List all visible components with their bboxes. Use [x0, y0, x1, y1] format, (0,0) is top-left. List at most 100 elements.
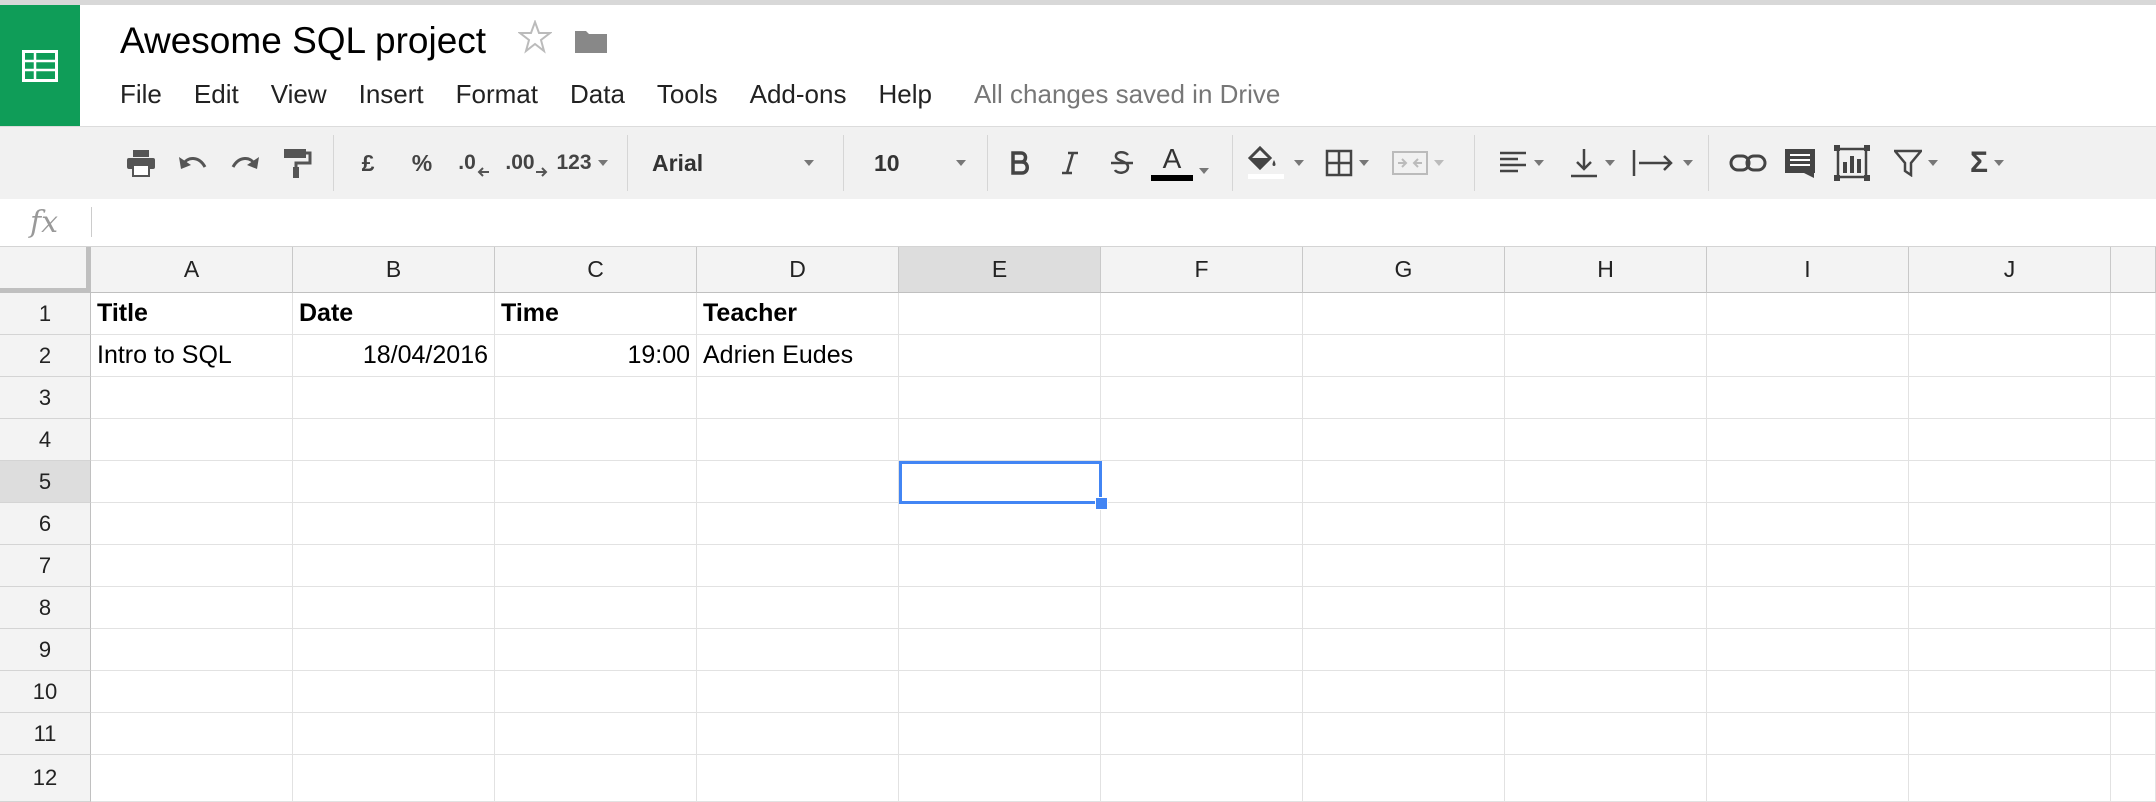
row-header-2[interactable]: 2 — [0, 335, 91, 377]
cell-i7[interactable] — [1707, 545, 1909, 587]
merge-cells-icon[interactable] — [1388, 143, 1448, 183]
cell-j4[interactable] — [1909, 419, 2111, 461]
cell-b3[interactable] — [293, 377, 495, 419]
chart-icon[interactable] — [1830, 143, 1874, 183]
column-header-f[interactable]: F — [1101, 247, 1303, 293]
column-header-i[interactable]: I — [1707, 247, 1909, 293]
cell-b10[interactable] — [293, 671, 495, 713]
column-header-h[interactable]: H — [1505, 247, 1707, 293]
cell-a4[interactable] — [91, 419, 293, 461]
cell-h1[interactable] — [1505, 293, 1707, 335]
cell-g11[interactable] — [1303, 713, 1505, 755]
font-family-select[interactable]: Arial — [652, 143, 822, 183]
cell-c9[interactable] — [495, 629, 697, 671]
cell-j9[interactable] — [1909, 629, 2111, 671]
cell-a12[interactable] — [91, 755, 293, 802]
cell-d9[interactable] — [697, 629, 899, 671]
cell-g5[interactable] — [1303, 461, 1505, 503]
menu-tools[interactable]: Tools — [657, 79, 718, 110]
cell-h9[interactable] — [1505, 629, 1707, 671]
row-header-11[interactable]: 11 — [0, 713, 91, 755]
menu-help[interactable]: Help — [878, 79, 931, 110]
cell-d5[interactable] — [697, 461, 899, 503]
fill-color-icon[interactable] — [1244, 143, 1306, 183]
cell-k2[interactable] — [2111, 335, 2156, 377]
cell-k6[interactable] — [2111, 503, 2156, 545]
cell-a10[interactable] — [91, 671, 293, 713]
row-header-12[interactable]: 12 — [0, 755, 91, 802]
cell-f10[interactable] — [1101, 671, 1303, 713]
cell-c1[interactable]: Time — [495, 293, 697, 335]
menu-addons[interactable]: Add-ons — [750, 79, 847, 110]
cell-d12[interactable] — [697, 755, 899, 802]
cell-i1[interactable] — [1707, 293, 1909, 335]
cell-g3[interactable] — [1303, 377, 1505, 419]
cell-h8[interactable] — [1505, 587, 1707, 629]
cell-g4[interactable] — [1303, 419, 1505, 461]
cell-h12[interactable] — [1505, 755, 1707, 802]
menu-file[interactable]: File — [120, 79, 162, 110]
percent-format-button[interactable]: % — [404, 143, 440, 183]
cell-b6[interactable] — [293, 503, 495, 545]
cell-c6[interactable] — [495, 503, 697, 545]
cell-g8[interactable] — [1303, 587, 1505, 629]
cell-h7[interactable] — [1505, 545, 1707, 587]
cell-c12[interactable] — [495, 755, 697, 802]
menu-format[interactable]: Format — [456, 79, 538, 110]
cell-d10[interactable] — [697, 671, 899, 713]
cell-d6[interactable] — [697, 503, 899, 545]
cell-f7[interactable] — [1101, 545, 1303, 587]
cell-h10[interactable] — [1505, 671, 1707, 713]
cell-c5[interactable] — [495, 461, 697, 503]
cell-i2[interactable] — [1707, 335, 1909, 377]
cell-e11[interactable] — [899, 713, 1101, 755]
column-header-c[interactable]: C — [495, 247, 697, 293]
cell-i11[interactable] — [1707, 713, 1909, 755]
select-all-corner[interactable] — [0, 247, 91, 293]
cell-g12[interactable] — [1303, 755, 1505, 802]
cell-g6[interactable] — [1303, 503, 1505, 545]
cell-j10[interactable] — [1909, 671, 2111, 713]
cell-e6[interactable] — [899, 503, 1101, 545]
cell-f6[interactable] — [1101, 503, 1303, 545]
cell-j5[interactable] — [1909, 461, 2111, 503]
strikethrough-icon[interactable] — [1106, 143, 1138, 183]
cell-h5[interactable] — [1505, 461, 1707, 503]
cell-b11[interactable] — [293, 713, 495, 755]
cell-a2[interactable]: Intro to SQL — [91, 335, 293, 377]
cell-i4[interactable] — [1707, 419, 1909, 461]
paint-format-icon[interactable] — [278, 143, 316, 183]
cell-j3[interactable] — [1909, 377, 2111, 419]
undo-icon[interactable] — [174, 143, 212, 183]
cell-i9[interactable] — [1707, 629, 1909, 671]
cell-a11[interactable] — [91, 713, 293, 755]
menu-view[interactable]: View — [271, 79, 327, 110]
cell-b9[interactable] — [293, 629, 495, 671]
cell-h6[interactable] — [1505, 503, 1707, 545]
menu-edit[interactable]: Edit — [194, 79, 239, 110]
cell-a7[interactable] — [91, 545, 293, 587]
cell-j8[interactable] — [1909, 587, 2111, 629]
cell-k7[interactable] — [2111, 545, 2156, 587]
row-header-10[interactable]: 10 — [0, 671, 91, 713]
cell-b1[interactable]: Date — [293, 293, 495, 335]
column-header-g[interactable]: G — [1303, 247, 1505, 293]
cell-b4[interactable] — [293, 419, 495, 461]
filter-icon[interactable] — [1886, 143, 1946, 183]
column-header-a[interactable]: A — [91, 247, 293, 293]
folder-icon[interactable] — [574, 28, 608, 59]
cell-e12[interactable] — [899, 755, 1101, 802]
cell-b8[interactable] — [293, 587, 495, 629]
cell-a5[interactable] — [91, 461, 293, 503]
cell-c3[interactable] — [495, 377, 697, 419]
increase-decimals-button[interactable]: .00 — [504, 143, 550, 183]
cell-j1[interactable] — [1909, 293, 2111, 335]
cell-e10[interactable] — [899, 671, 1101, 713]
cell-d2[interactable]: Adrien Eudes — [697, 335, 899, 377]
star-icon[interactable] — [517, 19, 553, 59]
cell-f5[interactable] — [1101, 461, 1303, 503]
cell-i3[interactable] — [1707, 377, 1909, 419]
menu-insert[interactable]: Insert — [359, 79, 424, 110]
cell-e2[interactable] — [899, 335, 1101, 377]
bold-icon[interactable] — [1004, 143, 1036, 183]
